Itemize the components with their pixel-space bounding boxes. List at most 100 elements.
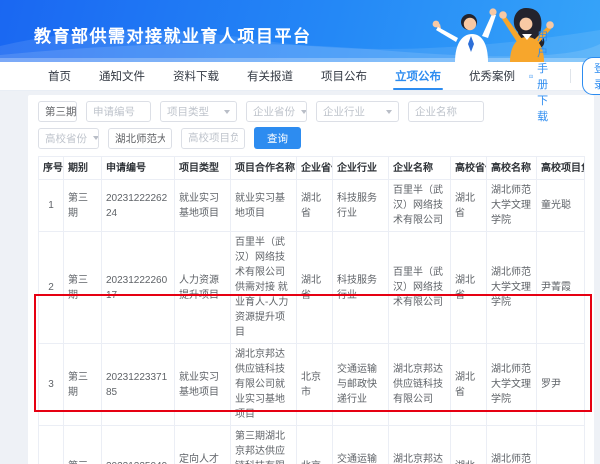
application-no-input[interactable] bbox=[86, 101, 151, 122]
cell-cooperation-name: 百里半（武汉）网络技术有限公司供需对接 就业育人-人力资源提升项目 bbox=[231, 232, 297, 344]
table-row-highlighted[interactable]: 3 第三期 2023122337185 就业实习基地项目 湖北京邦达供应链科技有… bbox=[39, 344, 585, 426]
school-province-placeholder: 高校省份 bbox=[45, 131, 87, 146]
col-header-school-name: 高校名称 bbox=[487, 157, 537, 180]
company-province-select[interactable]: 企业省份 bbox=[246, 101, 307, 122]
cell-project-type: 定向人才培养培训项目 bbox=[175, 426, 231, 464]
cell-school-province: 湖北省 bbox=[451, 426, 487, 464]
cell-application-no: 2023122226224 bbox=[102, 180, 175, 232]
cell-cooperation-name: 第三期湖北京邦达供应链科技有限公司定向人才培养培训项目 bbox=[231, 426, 297, 464]
cell-company-name: 百里半（武汉）网络技术有限公司 bbox=[389, 180, 451, 232]
cell-company-province: 湖北省 bbox=[297, 180, 333, 232]
filter-row-2: 高校省份 查询 bbox=[38, 127, 584, 149]
cell-school-province: 湖北省 bbox=[451, 180, 487, 232]
nav-item-notices[interactable]: 通知文件 bbox=[85, 62, 159, 90]
cell-school-name: 湖北师范大学文理学院 bbox=[487, 344, 537, 426]
nav-item-home[interactable]: 首页 bbox=[34, 62, 85, 90]
cell-school-leader: 罗尹 bbox=[537, 344, 585, 426]
cell-seq: 4 bbox=[39, 426, 64, 464]
cell-period: 第三期 bbox=[64, 232, 102, 344]
cell-seq: 1 bbox=[39, 180, 64, 232]
cell-company-industry: 交通运输与邮政快递行业 bbox=[333, 426, 389, 464]
page-title: 教育部供需对接就业育人项目平台 bbox=[34, 22, 312, 47]
table-row[interactable]: 2 第三期 2023122226017 人力资源提升项目 百里半（武汉）网络技术… bbox=[39, 232, 585, 344]
cell-seq: 3 bbox=[39, 344, 64, 426]
nav-right: 用户手册下载 登录 bbox=[529, 28, 600, 124]
cell-period: 第三期 bbox=[64, 426, 102, 464]
project-type-select[interactable]: 项目类型 bbox=[160, 101, 237, 122]
company-industry-placeholder: 企业行业 bbox=[323, 104, 365, 119]
cell-application-no: 2023122504956 bbox=[102, 426, 175, 464]
col-header-cooperation-name: 项目合作名称 bbox=[231, 157, 297, 180]
nav-item-project-announcement[interactable]: 项目公布 bbox=[307, 62, 381, 90]
chevron-down-icon bbox=[224, 110, 230, 114]
cell-company-name: 百里半（武汉）网络技术有限公司 bbox=[389, 232, 451, 344]
cell-period: 第三期 bbox=[64, 344, 102, 426]
cell-school-province: 湖北省 bbox=[451, 344, 487, 426]
col-header-company-name: 企业名称 bbox=[389, 157, 451, 180]
cell-company-name: 湖北京邦达供应链科技有限公司 bbox=[389, 426, 451, 464]
table-header-row: 序号 期别 申请编号 项目类型 项目合作名称 企业省份 企业行业 企业名称 高校… bbox=[39, 157, 585, 180]
cell-company-province: 北京市 bbox=[297, 344, 333, 426]
col-header-period: 期别 bbox=[64, 157, 102, 180]
nav-item-excellent-cases[interactable]: 优秀案例 bbox=[455, 62, 529, 90]
col-header-project-type: 项目类型 bbox=[175, 157, 231, 180]
nav-item-reports[interactable]: 有关报道 bbox=[233, 62, 307, 90]
cell-company-industry: 交通运输与邮政快递行业 bbox=[333, 344, 389, 426]
chevron-down-icon bbox=[301, 110, 307, 114]
cell-school-name: 湖北师范大学文理学院 bbox=[487, 426, 537, 464]
content-card: 第三期 项目类型 企业省份 企业行业 高校省份 bbox=[28, 95, 594, 464]
cell-company-industry: 科技服务行业 bbox=[333, 180, 389, 232]
cell-project-type: 就业实习基地项目 bbox=[175, 180, 231, 232]
nav-item-downloads[interactable]: 资料下载 bbox=[159, 62, 233, 90]
cell-project-type: 人力资源提升项目 bbox=[175, 232, 231, 344]
school-name-input[interactable] bbox=[108, 128, 172, 149]
cell-school-name: 湖北师范大学文理学院 bbox=[487, 232, 537, 344]
cell-application-no: 2023122337185 bbox=[102, 344, 175, 426]
col-header-seq: 序号 bbox=[39, 157, 64, 180]
cell-company-industry: 科技服务行业 bbox=[333, 232, 389, 344]
company-industry-select[interactable]: 企业行业 bbox=[316, 101, 399, 122]
col-header-company-industry: 企业行业 bbox=[333, 157, 389, 180]
company-province-placeholder: 企业省份 bbox=[253, 104, 295, 119]
page: 教育部供需对接就业育人项目平台 首页 通知文件 bbox=[0, 0, 600, 464]
cell-school-leader: 吕彩云 bbox=[537, 426, 585, 464]
cell-period: 第三期 bbox=[64, 180, 102, 232]
col-header-company-province: 企业省份 bbox=[297, 157, 333, 180]
user-manual-download-link[interactable]: 用户手册下载 bbox=[529, 28, 558, 124]
cell-company-province: 北京市 bbox=[297, 426, 333, 464]
cell-cooperation-name: 就业实习基地项目 bbox=[231, 180, 297, 232]
app-banner: 教育部供需对接就业育人项目平台 bbox=[0, 0, 600, 62]
school-province-select[interactable]: 高校省份 bbox=[38, 128, 99, 149]
company-name-input[interactable] bbox=[408, 101, 484, 122]
nav-item-approval-announcement[interactable]: 立项公布 bbox=[381, 62, 455, 90]
user-manual-label: 用户手册下载 bbox=[537, 28, 558, 124]
col-header-school-leader: 高校项目负责人 bbox=[537, 157, 585, 180]
cell-school-leader: 尹菁霞 bbox=[537, 232, 585, 344]
chevron-down-icon bbox=[386, 110, 392, 114]
period-select[interactable]: 第三期 bbox=[38, 101, 77, 122]
cell-project-type: 就业实习基地项目 bbox=[175, 344, 231, 426]
cell-school-leader: 童光聪 bbox=[537, 180, 585, 232]
cell-application-no: 2023122226017 bbox=[102, 232, 175, 344]
project-type-placeholder: 项目类型 bbox=[167, 104, 209, 119]
login-label: 登录 bbox=[594, 60, 600, 92]
book-icon bbox=[529, 71, 533, 82]
nav-items: 首页 通知文件 资料下载 有关报道 项目公布 立项公布 优秀案例 bbox=[34, 62, 529, 90]
period-value: 第三期 bbox=[45, 104, 77, 119]
table-row[interactable]: 1 第三期 2023122226224 就业实习基地项目 就业实习基地项目 湖北… bbox=[39, 180, 585, 232]
chevron-down-icon bbox=[93, 136, 99, 140]
cell-cooperation-name: 湖北京邦达供应链科技有限公司就业实习基地项目 bbox=[231, 344, 297, 426]
table-row-highlighted[interactable]: 4 第三期 2023122504956 定向人才培养培训项目 第三期湖北京邦达供… bbox=[39, 426, 585, 464]
col-header-school-province: 高校省份 bbox=[451, 157, 487, 180]
login-button[interactable]: 登录 bbox=[582, 57, 600, 95]
cell-company-province: 湖北省 bbox=[297, 232, 333, 344]
cell-seq: 2 bbox=[39, 232, 64, 344]
search-button[interactable]: 查询 bbox=[254, 127, 301, 149]
approval-list-table: 序号 期别 申请编号 项目类型 项目合作名称 企业省份 企业行业 企业名称 高校… bbox=[38, 156, 585, 464]
cell-company-name: 湖北京邦达供应链科技有限公司 bbox=[389, 344, 451, 426]
school-leader-input[interactable] bbox=[181, 128, 245, 149]
col-header-application-no: 申请编号 bbox=[102, 157, 175, 180]
filter-row-1: 第三期 项目类型 企业省份 企业行业 bbox=[38, 101, 584, 122]
main-navbar: 首页 通知文件 资料下载 有关报道 项目公布 立项公布 优秀案例 用户手册下载 … bbox=[0, 62, 600, 91]
cell-school-name: 湖北师范大学文理学院 bbox=[487, 180, 537, 232]
